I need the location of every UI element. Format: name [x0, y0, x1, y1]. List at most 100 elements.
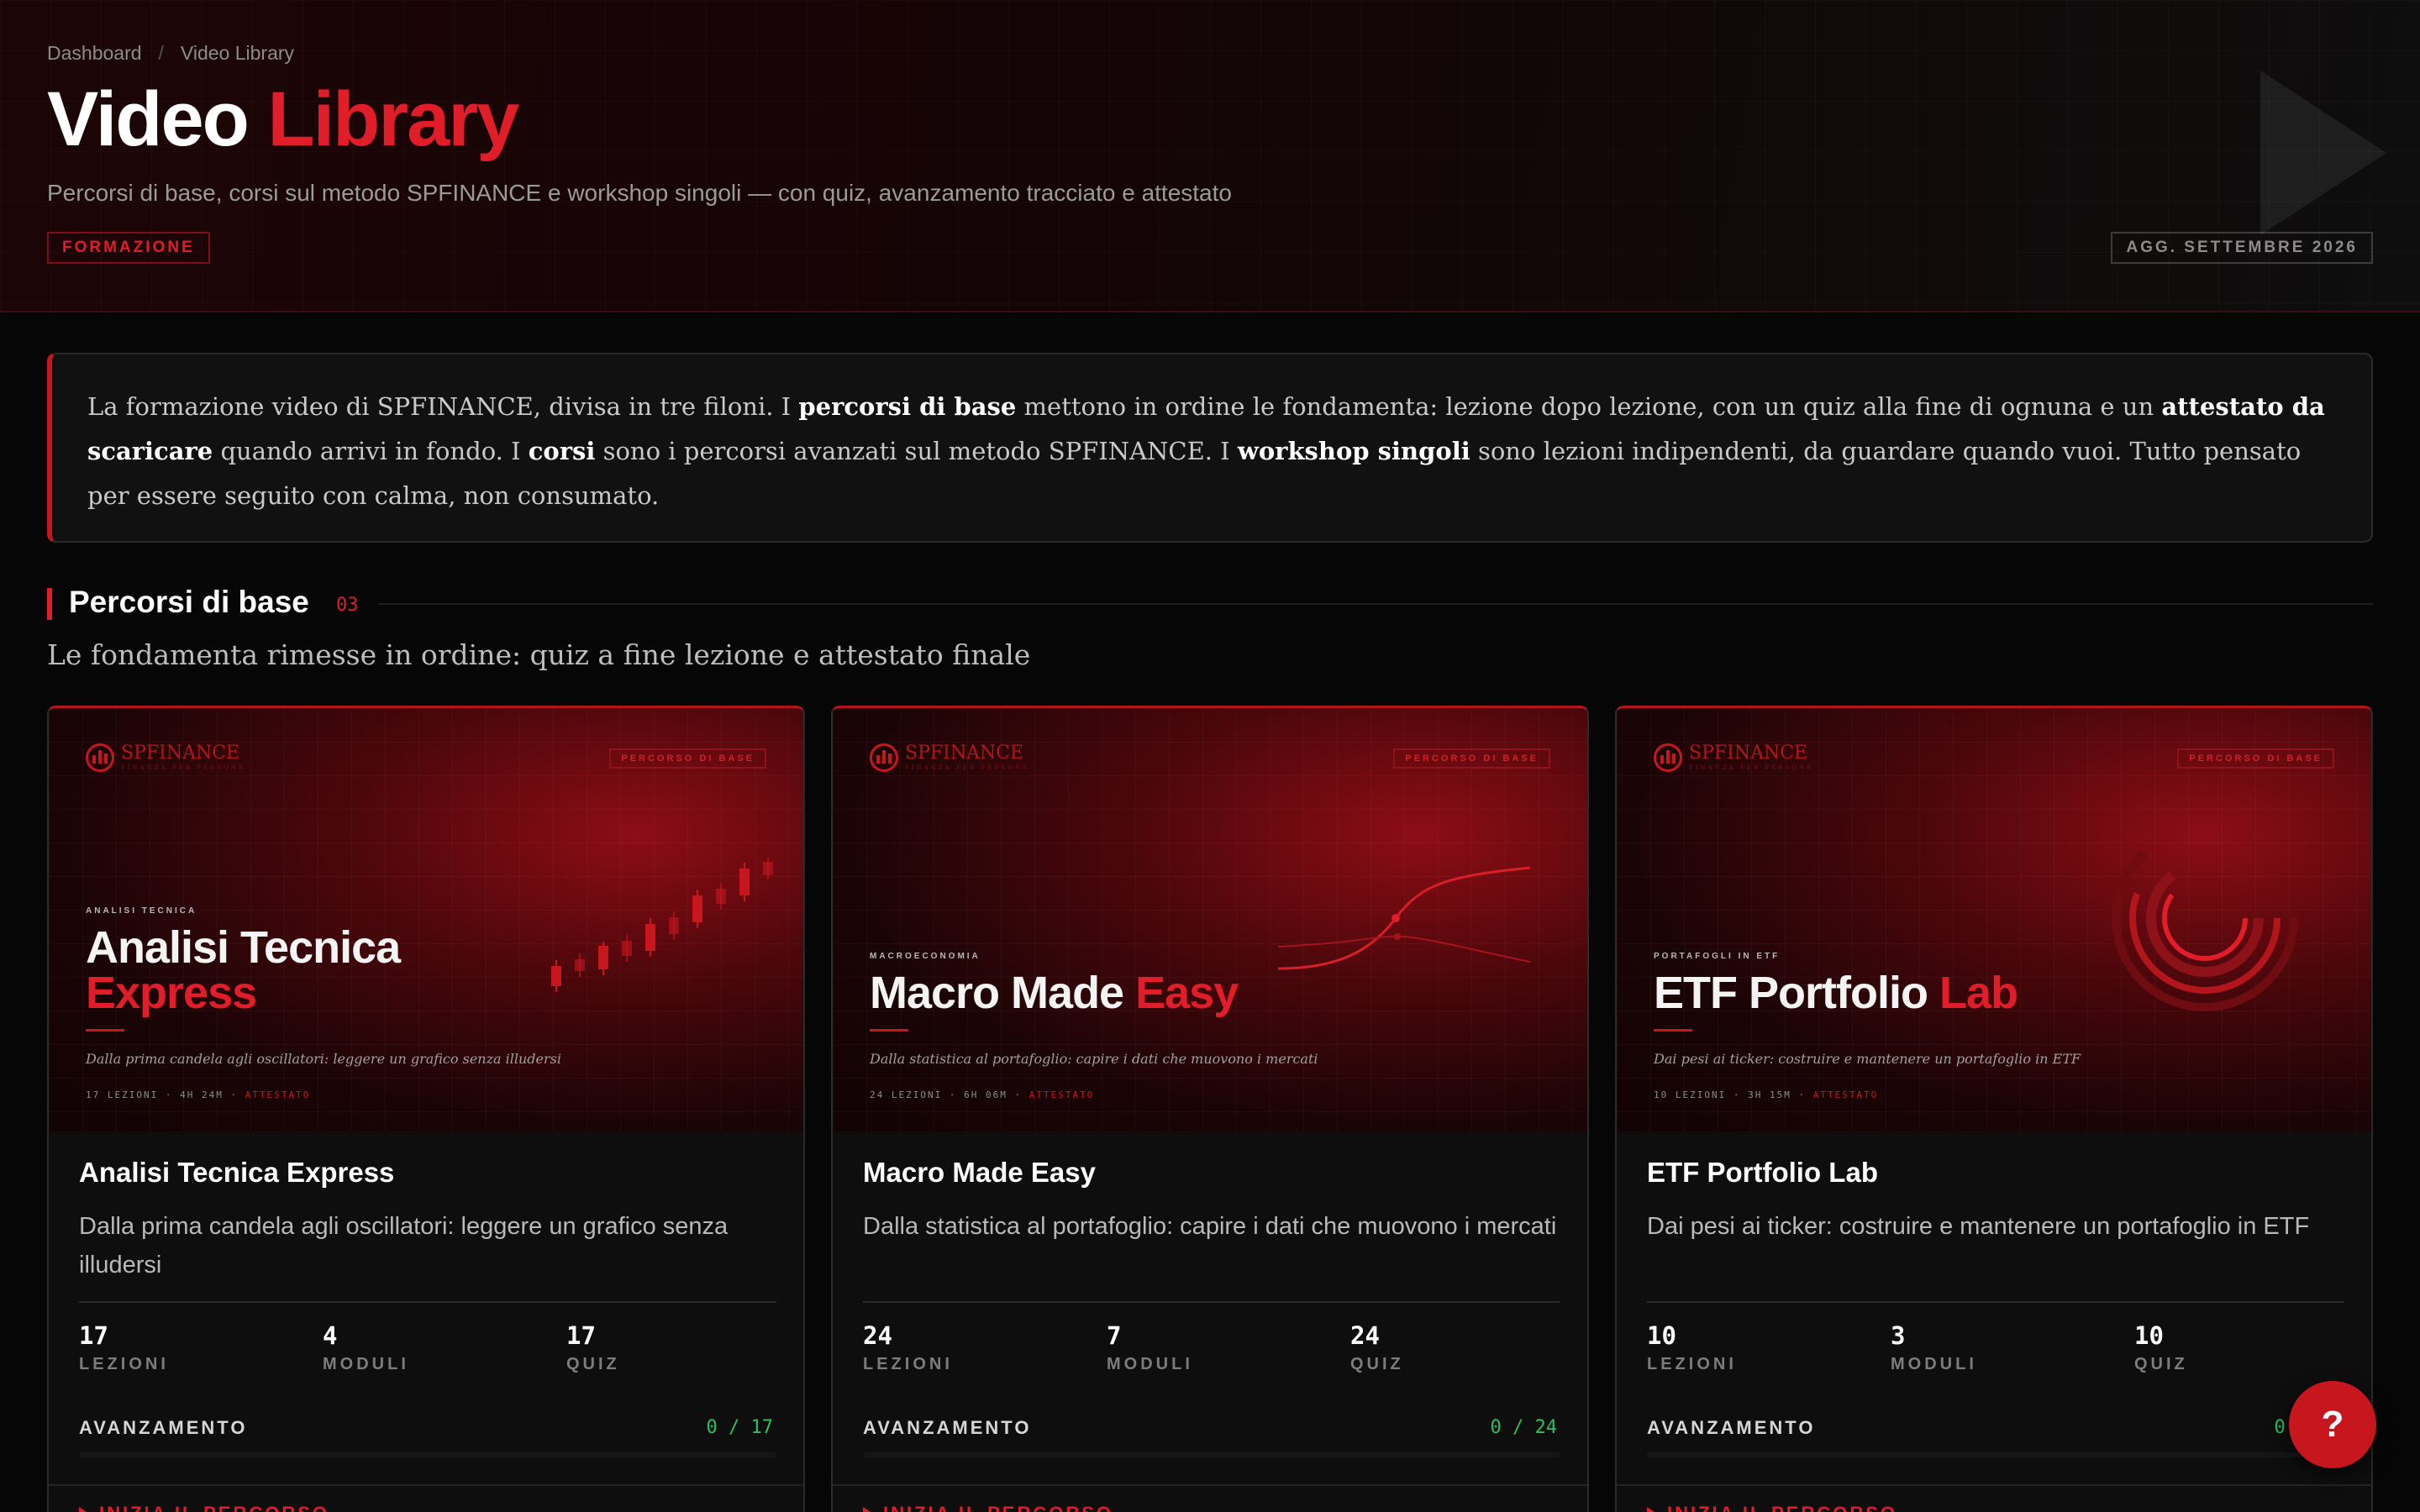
section-accent-bar [47, 588, 52, 620]
thumb-title-main: ETF Portfolio [1654, 968, 1928, 1018]
thumb-meta-text: 24 LEZIONI · 6H 06M · [870, 1089, 1029, 1100]
section-subtitle: Le fondamenta rimesse in ordine: quiz a … [47, 638, 1031, 671]
course-description: Dalla prima candela agli oscillatori: le… [79, 1213, 729, 1278]
thumb-category-tag: PERCORSO DI BASE [1393, 748, 1550, 769]
stat-quiz-value: 24 [1350, 1321, 1380, 1350]
card-footer-divider [1617, 1484, 2371, 1486]
logo-tagline: FINANZA PER PERSONE [121, 764, 246, 771]
intro-callout: La formazione video di SPFINANCE, divisa… [47, 353, 2373, 543]
play-icon [79, 1507, 89, 1512]
stat-modules-label: MODULI [323, 1355, 409, 1373]
start-course-button[interactable]: INIZIA IL PERCORSO [1647, 1503, 1897, 1512]
page-title-accent: Library [267, 76, 519, 162]
brand-logo: SPFINANCE FINANZA PER PERSONE [870, 743, 1029, 772]
thumb-meta: 10 LEZIONI · 3H 15M · ATTESTATO [1654, 1089, 1878, 1100]
course-card-analisi-tecnica[interactable]: SPFINANCE FINANZA PER PERSONE PERCORSO DI… [47, 706, 805, 1512]
portfolio-ring-illustration [2112, 825, 2298, 1011]
updated-badge: AGG. SETTEMBRE 2026 [2111, 232, 2373, 264]
course-card-etf[interactable]: SPFINANCE FINANZA PER PERSONE PERCORSO DI… [1615, 706, 2373, 1512]
card-divider [863, 1301, 1560, 1303]
thumb-meta-badge: ATTESTATO [245, 1089, 311, 1100]
page-title: Video Library [47, 81, 519, 158]
stat-modules-label: MODULI [1891, 1355, 1977, 1373]
start-course-button[interactable]: INIZIA IL PERCORSO [79, 1503, 329, 1512]
course-thumbnail[interactable]: SPFINANCE FINANZA PER PERSONE PERCORSO DI… [49, 708, 803, 1131]
thumb-description: Dai pesi ai ticker: costruire e mantener… [1654, 1051, 2081, 1067]
section-divider [378, 603, 2373, 605]
stat-lessons-label: LEZIONI [1647, 1355, 1737, 1373]
logo-text: SPFINANCE [1689, 743, 1808, 764]
logo-icon [86, 743, 114, 772]
thumb-title: Analisi Tecnica Express [86, 925, 401, 1018]
help-button[interactable]: ? [2289, 1381, 2376, 1468]
course-card-macro[interactable]: SPFINANCE FINANZA PER PERSONE PERCORSO DI… [831, 706, 1589, 1512]
stat-modules-value: 7 [1107, 1321, 1122, 1350]
thumb-meta-badge: ATTESTATO [1028, 1089, 1095, 1100]
intro-text: mettono in ordine le fondamenta: lezione… [1016, 392, 2162, 421]
category-tag: FORMAZIONE [47, 232, 210, 264]
card-divider [1647, 1301, 2344, 1303]
stat-modules-value: 3 [1891, 1321, 1906, 1350]
stat-quiz-label: QUIZ [566, 1355, 620, 1373]
stat-quiz: 10 QUIZ [2134, 1321, 2188, 1374]
page-subtitle: Percorsi di base, corsi sul metodo SPFIN… [47, 180, 1232, 206]
thumb-meta-text: 17 LEZIONI · 4H 24M · [86, 1089, 245, 1100]
thumb-category-tag: PERCORSO DI BASE [609, 748, 766, 769]
intro-text: La formazione video di SPFINANCE, divisa… [87, 392, 799, 421]
thumb-title-accent: Lab [1939, 968, 2018, 1018]
thumb-kicker: MACROECONOMIA [870, 952, 981, 961]
stat-lessons-label: LEZIONI [79, 1355, 169, 1373]
play-icon [1647, 1507, 1657, 1512]
thumb-title: Macro Made Easy [870, 968, 1239, 1018]
start-course-label: INIZIA IL PERCORSO [99, 1503, 329, 1512]
intro-text: quando arrivi in fondo. I [213, 437, 529, 465]
intro-text: sono i percorsi avanzati sul metodo SPFI… [595, 437, 1238, 465]
course-thumbnail[interactable]: SPFINANCE FINANZA PER PERSONE PERCORSO DI… [1617, 708, 2371, 1131]
thumb-description: Dalla prima candela agli oscillatori: le… [86, 1051, 561, 1067]
logo-text: SPFINANCE [905, 743, 1024, 764]
stat-lessons-label: LEZIONI [863, 1355, 953, 1373]
card-footer-divider [833, 1484, 1587, 1486]
candlestick-illustration [551, 858, 773, 992]
thumb-accent-line [870, 1029, 908, 1032]
start-course-button[interactable]: INIZIA IL PERCORSO [863, 1503, 1113, 1512]
course-title[interactable]: Macro Made Easy [863, 1157, 1096, 1189]
thumb-title-accent: Easy [1135, 968, 1239, 1018]
brand-logo: SPFINANCE FINANZA PER PERSONE [1654, 743, 1813, 772]
stat-lessons-value: 10 [1647, 1321, 1676, 1350]
thumb-meta: 24 LEZIONI · 6H 06M · ATTESTATO [870, 1089, 1094, 1100]
stat-modules: 4 MODULI [323, 1321, 409, 1374]
course-thumbnail[interactable]: SPFINANCE FINANZA PER PERSONE PERCORSO DI… [833, 708, 1587, 1131]
start-course-label: INIZIA IL PERCORSO [1667, 1503, 1897, 1512]
thumb-accent-line [1654, 1029, 1692, 1032]
progress-count: 0 / 17 [706, 1417, 773, 1438]
start-course-label: INIZIA IL PERCORSO [883, 1503, 1113, 1512]
progress-bar [79, 1452, 776, 1457]
course-title[interactable]: Analisi Tecnica Express [79, 1157, 394, 1189]
stat-quiz-label: QUIZ [2134, 1355, 2188, 1373]
stat-lessons: 10 LEZIONI [1647, 1321, 1737, 1374]
card-divider [79, 1301, 776, 1303]
logo-text: SPFINANCE [121, 743, 240, 764]
stat-lessons: 24 LEZIONI [863, 1321, 953, 1374]
help-icon: ? [2321, 1404, 2344, 1445]
curve-chart-illustration [1277, 866, 1531, 970]
play-icon [863, 1507, 873, 1512]
card-footer-divider [49, 1484, 803, 1486]
course-title[interactable]: ETF Portfolio Lab [1647, 1157, 1878, 1189]
thumb-category-tag: PERCORSO DI BASE [2177, 748, 2334, 769]
breadcrumb-separator: / [158, 42, 164, 64]
stat-quiz: 24 QUIZ [1350, 1321, 1404, 1374]
logo-icon [870, 743, 898, 772]
thumb-title-main: Macro Made [870, 968, 1124, 1018]
thumb-title: ETF Portfolio Lab [1654, 970, 2018, 1016]
thumb-title-accent: Express [86, 968, 257, 1018]
intro-highlight-base: percorsi di base [798, 392, 1017, 421]
logo-tagline: FINANZA PER PERSONE [905, 764, 1030, 771]
progress-count: 0 / 24 [1490, 1417, 1557, 1438]
stat-modules-label: MODULI [1107, 1355, 1193, 1373]
stat-quiz-value: 17 [566, 1321, 596, 1350]
thumb-kicker: ANALISI TECNICA [86, 906, 197, 916]
breadcrumb-dashboard-link[interactable]: Dashboard [47, 42, 142, 65]
thumb-accent-line [86, 1029, 124, 1032]
